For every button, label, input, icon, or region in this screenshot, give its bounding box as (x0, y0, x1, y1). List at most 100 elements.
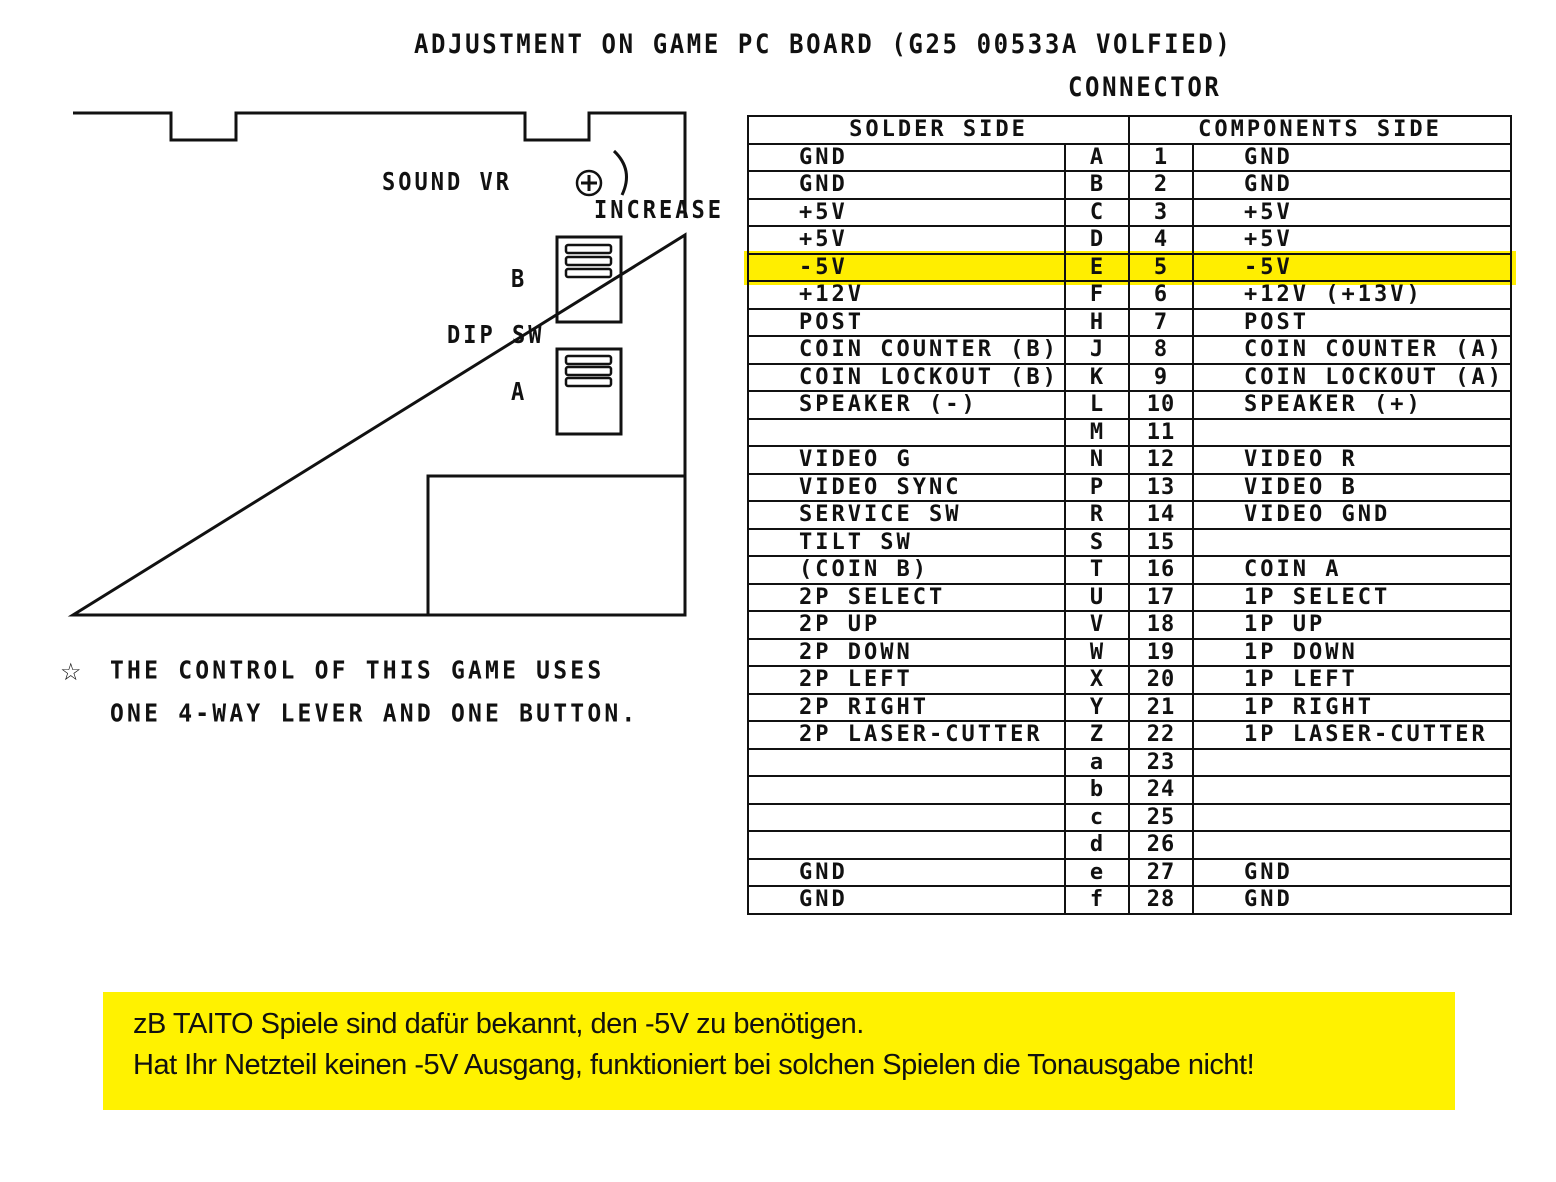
pin-number-cell: 19 (1128, 637, 1195, 667)
table-row: 2P RIGHT Y 21 1P RIGHT (747, 692, 1513, 722)
components-side-cell: COIN A (1192, 555, 1513, 585)
pin-letter-cell: e (1063, 857, 1131, 887)
components-side-cell: 1P RIGHT (1192, 692, 1513, 722)
header-solder-side: SOLDER SIDE (746, 115, 1131, 145)
callout-line-1: zB TAITO Spiele sind dafür bekannt, den … (133, 1008, 864, 1040)
table-row: -5V E 5 -5V (747, 252, 1513, 282)
components-side-cell (1192, 747, 1513, 777)
pin-number-cell: 10 (1128, 390, 1195, 420)
pin-number-cell: 20 (1128, 665, 1195, 695)
components-side-cell: SPEAKER (+) (1192, 390, 1513, 420)
pin-number-cell: 25 (1128, 802, 1195, 832)
components-side-cell: +5V (1192, 197, 1513, 227)
table-row: 2P LASER-CUTTER Z 22 1P LASER-CUTTER (747, 720, 1513, 750)
pin-number-cell: 15 (1128, 527, 1195, 557)
connector-label: CONNECTOR (1068, 71, 1222, 103)
solder-side-cell: +5V (747, 225, 1066, 255)
pin-letter-cell: V (1063, 610, 1131, 640)
table-row: d 26 (747, 830, 1513, 860)
pc-board-diagram (67, 111, 687, 617)
dip-b-label: B (511, 265, 528, 294)
note-line-1: THE CONTROL OF THIS GAME USES (110, 656, 605, 686)
components-side-cell: GND (1192, 885, 1513, 915)
table-row: COIN COUNTER (B) J 8 COIN COUNTER (A) (747, 335, 1513, 365)
components-side-cell: +5V (1192, 225, 1513, 255)
table-row: COIN LOCKOUT (B) K 9 COIN LOCKOUT (A) (747, 362, 1513, 392)
pin-number-cell: 8 (1128, 335, 1195, 365)
components-side-cell: 1P LEFT (1192, 665, 1513, 695)
components-side-cell: -5V (1192, 252, 1513, 282)
components-side-cell (1192, 527, 1513, 557)
pin-letter-cell: D (1063, 225, 1131, 255)
pin-number-cell: 2 (1128, 170, 1195, 200)
components-side-cell: GND (1192, 142, 1513, 172)
solder-side-cell: 2P RIGHT (747, 692, 1066, 722)
table-row: +12V F 6 +12V (+13V) (747, 280, 1513, 310)
table-row: GND e 27 GND (747, 857, 1513, 887)
pin-number-cell: 9 (1128, 362, 1195, 392)
pin-number-cell: 18 (1128, 610, 1195, 640)
solder-side-cell (747, 802, 1066, 832)
board-connector-block (426, 474, 687, 617)
solder-side-cell: GND (747, 170, 1066, 200)
pin-letter-cell: Y (1063, 692, 1131, 722)
components-side-cell: COIN COUNTER (A) (1192, 335, 1513, 365)
solder-side-cell: +12V (747, 280, 1066, 310)
pin-letter-cell: U (1063, 582, 1131, 612)
components-side-cell: GND (1192, 857, 1513, 887)
pin-number-cell: 21 (1128, 692, 1195, 722)
components-side-cell: POST (1192, 307, 1513, 337)
pin-number-cell: 6 (1128, 280, 1195, 310)
pin-letter-cell: Z (1063, 720, 1131, 750)
pin-number-cell: 1 (1128, 142, 1195, 172)
pin-letter-cell: T (1063, 555, 1131, 585)
solder-side-cell: GND (747, 142, 1066, 172)
components-side-cell: VIDEO GND (1192, 500, 1513, 530)
table-row: 2P SELECT U 17 1P SELECT (747, 582, 1513, 612)
table-row: POST H 7 POST (747, 307, 1513, 337)
pin-letter-cell: f (1063, 885, 1131, 915)
components-side-cell: 1P UP (1192, 610, 1513, 640)
connector-pinout-table: SOLDER SIDE COMPONENTS SIDE GND A 1 GND GND B… (746, 115, 1513, 915)
pin-letter-cell: c (1063, 802, 1131, 832)
components-side-cell: VIDEO R (1192, 445, 1513, 475)
table-row: SPEAKER (-) L 10 SPEAKER (+) (747, 390, 1513, 420)
note-line-2: ONE 4-WAY LEVER AND ONE BUTTON. (110, 699, 639, 729)
pin-letter-cell: H (1063, 307, 1131, 337)
pin-letter-cell: M (1063, 417, 1131, 447)
table-row: VIDEO SYNC P 13 VIDEO B (747, 472, 1513, 502)
pin-letter-cell: A (1063, 142, 1131, 172)
pin-letter-cell: a (1063, 747, 1131, 777)
table-header-row: SOLDER SIDE COMPONENTS SIDE (746, 115, 1513, 145)
pin-number-cell: 14 (1128, 500, 1195, 530)
table-row: (COIN B) T 16 COIN A (747, 555, 1513, 585)
solder-side-cell: VIDEO SYNC (747, 472, 1066, 502)
pin-letter-cell: E (1063, 252, 1131, 282)
solder-side-cell: SERVICE SW (747, 500, 1066, 530)
table-row: b 24 (747, 775, 1513, 805)
table-row: +5V C 3 +5V (747, 197, 1513, 227)
dip-sw-label: DIP SW (447, 321, 545, 350)
pin-number-cell: 26 (1128, 830, 1195, 860)
components-side-cell: 1P SELECT (1192, 582, 1513, 612)
table-row: 2P LEFT X 20 1P LEFT (747, 665, 1513, 695)
pin-number-cell: 11 (1128, 417, 1195, 447)
solder-side-cell: 2P DOWN (747, 637, 1066, 667)
increase-label: INCREASE (594, 196, 724, 225)
solder-side-cell: GND (747, 885, 1066, 915)
dip-switch-a (555, 347, 623, 436)
increase-arrow-arc (612, 149, 628, 196)
pin-letter-cell: L (1063, 390, 1131, 420)
pin-letter-cell: C (1063, 197, 1131, 227)
solder-side-cell (747, 747, 1066, 777)
pin-letter-cell: K (1063, 362, 1131, 392)
pin-letter-cell: P (1063, 472, 1131, 502)
table-row: SERVICE SW R 14 VIDEO GND (747, 500, 1513, 530)
solder-side-cell (747, 775, 1066, 805)
pin-letter-cell: J (1063, 335, 1131, 365)
pin-letter-cell: d (1063, 830, 1131, 860)
table-row: GND A 1 GND (747, 142, 1513, 172)
pin-number-cell: 7 (1128, 307, 1195, 337)
pin-letter-cell: W (1063, 637, 1131, 667)
header-components-side: COMPONENTS SIDE (1128, 115, 1513, 145)
